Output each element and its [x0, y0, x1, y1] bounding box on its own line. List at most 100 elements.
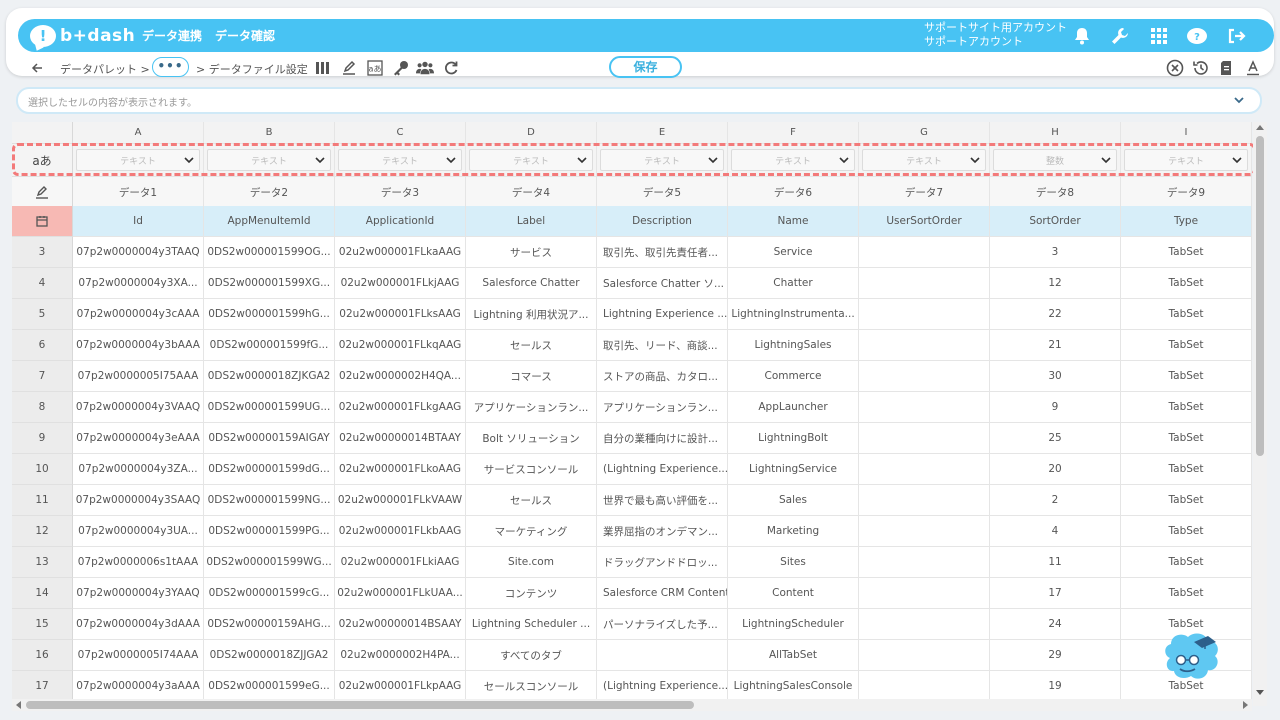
- data-type-select[interactable]: テキスト: [1124, 149, 1248, 171]
- column-letter-f[interactable]: F: [728, 122, 859, 144]
- table-cell[interactable]: 02u2w000001FLkiAAG: [335, 547, 466, 578]
- chevron-down-icon[interactable]: [1100, 154, 1112, 166]
- chevron-down-icon[interactable]: [969, 154, 981, 166]
- table-cell[interactable]: TabSet: [1121, 516, 1252, 547]
- table-cell[interactable]: 19: [990, 671, 1121, 702]
- table-cell[interactable]: すべてのタブ: [466, 640, 597, 671]
- table-cell[interactable]: セールス: [466, 330, 597, 361]
- chevron-down-icon[interactable]: [1231, 154, 1243, 166]
- table-cell[interactable]: 29: [990, 640, 1121, 671]
- table-cell[interactable]: TabSet: [1121, 547, 1252, 578]
- table-cell[interactable]: TabSet: [1121, 299, 1252, 330]
- table-cell[interactable]: [859, 454, 990, 485]
- table-cell[interactable]: Salesforce Chatter ソ...: [597, 268, 728, 299]
- table-cell[interactable]: TabSet: [1121, 330, 1252, 361]
- table-cell[interactable]: 20: [990, 454, 1121, 485]
- table-cell[interactable]: LightningSales: [728, 330, 859, 361]
- arrow-left-icon[interactable]: [28, 59, 46, 77]
- table-cell[interactable]: Chatter: [728, 268, 859, 299]
- column-label[interactable]: データ4: [466, 177, 597, 208]
- calendar-icon[interactable]: [12, 206, 73, 237]
- font-color-icon[interactable]: [1244, 59, 1262, 77]
- data-type-select[interactable]: テキスト: [600, 149, 724, 171]
- column-letter-a[interactable]: A: [73, 122, 204, 144]
- table-cell[interactable]: [859, 423, 990, 454]
- table-cell[interactable]: [597, 640, 728, 671]
- table-cell[interactable]: 0DS2w000001599PG...: [204, 516, 335, 547]
- table-cell[interactable]: [859, 516, 990, 547]
- chevron-down-icon[interactable]: [314, 154, 326, 166]
- table-cell[interactable]: 30: [990, 361, 1121, 392]
- table-cell[interactable]: パーソナライズした予...: [597, 609, 728, 640]
- column-letter-g[interactable]: G: [859, 122, 990, 144]
- table-cell[interactable]: 0DS2w000001599OG...: [204, 237, 335, 268]
- document-icon[interactable]: [1218, 59, 1236, 77]
- row-number[interactable]: 10: [12, 454, 73, 485]
- table-cell[interactable]: [859, 237, 990, 268]
- table-cell[interactable]: 自分の業種向けに設計...: [597, 423, 728, 454]
- field-name[interactable]: Type: [1121, 206, 1252, 237]
- selected-cell-content-bar[interactable]: 選択したセルの内容が表示されます。: [16, 87, 1262, 114]
- data-type-select[interactable]: 整数: [993, 149, 1117, 171]
- mascot-help-icon[interactable]: [1160, 628, 1226, 690]
- table-cell[interactable]: Sites: [728, 547, 859, 578]
- column-label[interactable]: データ6: [728, 177, 859, 208]
- table-cell[interactable]: 02u2w000001FLksAAG: [335, 299, 466, 330]
- table-cell[interactable]: Marketing: [728, 516, 859, 547]
- column-letter-b[interactable]: B: [204, 122, 335, 144]
- column-label[interactable]: データ3: [335, 177, 466, 208]
- table-cell[interactable]: 02u2w000001FLkaAAG: [335, 237, 466, 268]
- table-cell[interactable]: 02u2w000001FLkgAAG: [335, 392, 466, 423]
- table-cell[interactable]: [859, 330, 990, 361]
- table-cell[interactable]: 0DS2w000001599dG...: [204, 454, 335, 485]
- breadcrumb-more-button[interactable]: •••: [152, 57, 189, 77]
- table-cell[interactable]: 21: [990, 330, 1121, 361]
- field-name[interactable]: Label: [466, 206, 597, 237]
- scroll-left-icon[interactable]: [15, 701, 23, 709]
- table-cell[interactable]: 02u2w000001FLkbAAG: [335, 516, 466, 547]
- table-cell[interactable]: Service: [728, 237, 859, 268]
- row-number[interactable]: 15: [12, 609, 73, 640]
- table-cell[interactable]: [859, 671, 990, 702]
- column-letter-i[interactable]: I: [1121, 122, 1252, 144]
- table-cell[interactable]: ドラッグアンドドロッ...: [597, 547, 728, 578]
- table-cell[interactable]: 07p2w0000004y3dAAA: [73, 609, 204, 640]
- data-type-select[interactable]: テキスト: [338, 149, 462, 171]
- table-cell[interactable]: 0DS2w000001599WG...: [204, 547, 335, 578]
- table-cell[interactable]: LightningBolt: [728, 423, 859, 454]
- support-chat-icon[interactable]: ?: [1185, 24, 1209, 48]
- data-type-select[interactable]: テキスト: [469, 149, 593, 171]
- vertical-scroll-thumb[interactable]: [1256, 136, 1264, 456]
- scroll-up-icon[interactable]: [1256, 124, 1264, 132]
- table-cell[interactable]: [859, 485, 990, 516]
- table-cell[interactable]: Lightning Experience ...: [597, 299, 728, 330]
- table-cell[interactable]: セールスコンソール: [466, 671, 597, 702]
- field-name[interactable]: Name: [728, 206, 859, 237]
- table-cell[interactable]: 07p2w0000004y3TAAQ: [73, 237, 204, 268]
- key-icon[interactable]: [392, 59, 410, 77]
- users-icon[interactable]: [416, 59, 434, 77]
- table-cell[interactable]: 4: [990, 516, 1121, 547]
- table-cell[interactable]: 07p2w0000004y3XA...: [73, 268, 204, 299]
- horizontal-scrollbar[interactable]: [12, 699, 1252, 711]
- scroll-down-icon[interactable]: [1256, 688, 1264, 696]
- table-cell[interactable]: 02u2w000001FLkpAAG: [335, 671, 466, 702]
- column-label[interactable]: データ7: [859, 177, 990, 208]
- close-circle-icon[interactable]: [1166, 59, 1184, 77]
- table-cell[interactable]: 0DS2w000001599fG...: [204, 330, 335, 361]
- table-cell[interactable]: [859, 578, 990, 609]
- table-cell[interactable]: 0DS2w0000018ZJKGA2: [204, 361, 335, 392]
- table-cell[interactable]: [859, 640, 990, 671]
- table-cell[interactable]: 02u2w0000002H4QA...: [335, 361, 466, 392]
- row-number[interactable]: 3: [12, 237, 73, 268]
- table-cell[interactable]: Content: [728, 578, 859, 609]
- table-cell[interactable]: ストアの商品、カタロ...: [597, 361, 728, 392]
- column-letter-d[interactable]: D: [466, 122, 597, 144]
- row-number[interactable]: 4: [12, 268, 73, 299]
- edit-label-icon[interactable]: [12, 177, 73, 208]
- column-letter-e[interactable]: E: [597, 122, 728, 144]
- data-type-select[interactable]: テキスト: [862, 149, 986, 171]
- field-name[interactable]: SortOrder: [990, 206, 1121, 237]
- data-type-select[interactable]: テキスト: [731, 149, 855, 171]
- table-cell[interactable]: [859, 392, 990, 423]
